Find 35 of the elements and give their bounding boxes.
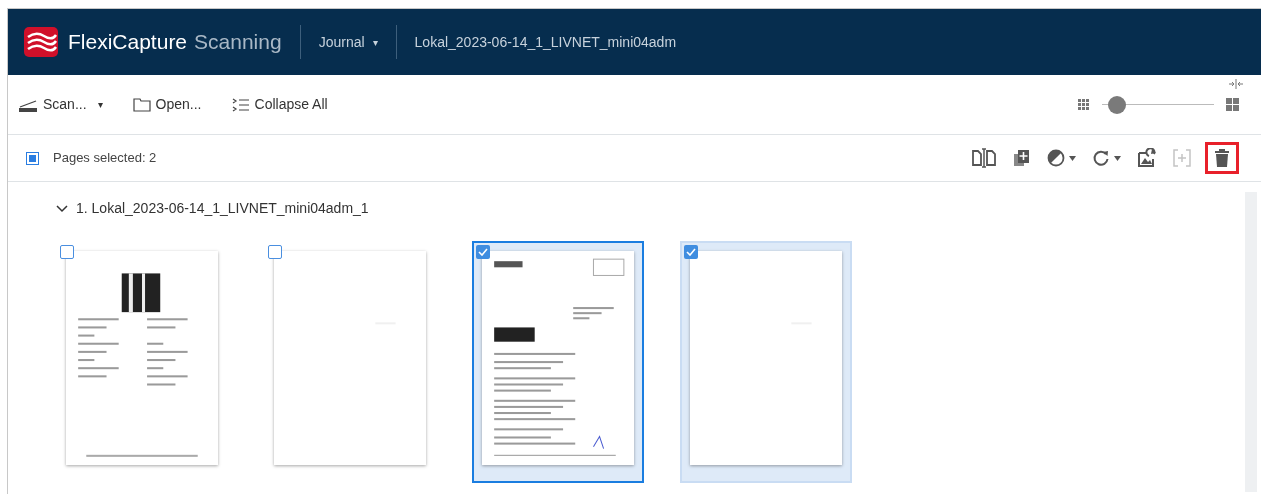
check-icon [686,248,696,256]
journal-menu[interactable]: Journal ▾ [318,31,378,53]
caret-icon [1114,155,1121,161]
page-checkbox[interactable] [268,245,282,259]
delete-button[interactable] [1205,142,1239,174]
image-edit-icon [1137,148,1157,168]
small-grid-icon [1078,98,1090,111]
caret-icon [1069,155,1076,161]
chevron-icon[interactable] [56,204,68,213]
page-checkbox[interactable] [684,245,698,259]
batch-name: Lokal_2023-06-14_1_LIVNET_mini04adm [414,32,677,52]
folder-icon [132,97,151,112]
scan-button[interactable]: Scan... ▾ [18,94,103,115]
large-grid-icon [1226,98,1239,111]
contrast-icon [1047,149,1065,167]
page-thumbnail[interactable] [472,241,644,483]
add-page-icon [1013,148,1031,168]
app-subtitle: Scanning [194,29,282,56]
check-icon [478,248,488,256]
page-checkbox[interactable] [60,245,74,259]
trash-icon [1214,149,1230,167]
selection-count: Pages selected: 2 [53,149,157,168]
collapse-list-icon [231,97,250,112]
collapse-button[interactable]: Collapse All [231,94,328,115]
zoom-slider[interactable] [1102,95,1214,114]
split-pages-icon [971,148,997,168]
resize-icon[interactable] [1229,79,1243,89]
page-checkbox[interactable] [476,245,490,259]
insert-icon [1173,149,1191,167]
select-all-checkbox[interactable] [26,151,39,165]
open-button[interactable]: Open... [132,94,202,115]
document-title: 1. Lokal_2023-06-14_1_LIVNET_mini04adm_1 [76,199,369,218]
app-title: FlexiCapture [68,29,188,56]
rotate-icon [1092,149,1110,167]
logo-icon [24,27,58,57]
